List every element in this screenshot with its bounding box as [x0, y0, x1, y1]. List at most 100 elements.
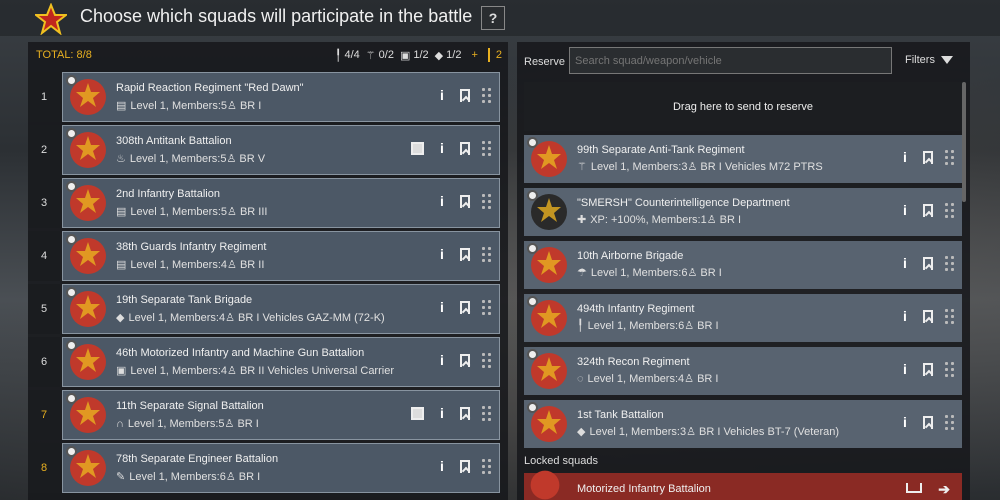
- book-icon[interactable]: [411, 141, 424, 155]
- info-icon[interactable]: i: [436, 352, 448, 368]
- reserve-squad-card[interactable]: 494th Infantry Regiment ╿ Level 1, Members…: [524, 294, 962, 342]
- level-badge-icon: [66, 181, 77, 192]
- squad-slot-number: 1: [28, 72, 60, 122]
- reserve-squad-card[interactable]: 10th Airborne Brigade ☂ Level 1, Members:6…: [524, 241, 962, 289]
- reserve-squad-card[interactable]: "SMERSH" Counterintelligence Department ✚…: [524, 188, 962, 236]
- info-icon[interactable]: i: [436, 193, 448, 209]
- reserve-squad-card[interactable]: 324th Recon Regiment ◌ Level 1, Members:4♙…: [524, 347, 962, 395]
- squad-br: BR I: [700, 267, 722, 279]
- bookmark-icon[interactable]: [923, 203, 933, 217]
- bookmark-icon[interactable]: [923, 415, 933, 429]
- info-icon[interactable]: i: [899, 255, 911, 271]
- squad-card[interactable]: 308th Antitank Battalion ♨ Level 1, Member…: [62, 125, 500, 175]
- book-icon[interactable]: [411, 406, 424, 420]
- person-icon: ♙: [684, 373, 698, 385]
- bookmark-icon[interactable]: [923, 362, 933, 376]
- funnel-icon: [940, 56, 953, 64]
- person-icon: ♙: [226, 153, 240, 165]
- squad-br: BR I Vehicles M72 PTRS: [700, 161, 823, 173]
- squad-level-members: Level 1, Members:6: [590, 267, 688, 279]
- info-icon[interactable]: i: [436, 140, 448, 156]
- info-icon[interactable]: i: [899, 149, 911, 165]
- drag-handle-icon[interactable]: [945, 255, 954, 271]
- squad-counter: ▣ 1/2: [400, 49, 429, 62]
- drag-handle-icon[interactable]: [482, 299, 491, 315]
- bookmark-icon[interactable]: [460, 194, 470, 208]
- bookmark-icon[interactable]: [460, 88, 470, 102]
- drag-handle-icon[interactable]: [482, 352, 491, 368]
- drag-handle-icon[interactable]: [945, 202, 954, 218]
- squad-br: BR I: [697, 373, 719, 385]
- squad-br: BR I: [237, 418, 259, 430]
- squad-card[interactable]: 2nd Infantry Battalion ▤ Level 1, Members:…: [62, 178, 500, 228]
- info-icon[interactable]: i: [436, 299, 448, 315]
- squad-br: BR I: [239, 100, 262, 112]
- info-icon[interactable]: i: [436, 87, 448, 103]
- info-icon[interactable]: i: [899, 414, 911, 430]
- drag-handle-icon[interactable]: [945, 414, 954, 430]
- filters-button[interactable]: Filters: [905, 54, 953, 66]
- squad-actions: i: [436, 193, 491, 209]
- bookmark-icon[interactable]: [460, 459, 470, 473]
- drag-handle-icon[interactable]: [945, 361, 954, 377]
- squad-name: 99th Separate Anti-Tank Regiment: [577, 144, 745, 156]
- bookmark-icon[interactable]: [923, 150, 933, 164]
- bookmark-icon[interactable]: [460, 300, 470, 314]
- drag-handle-icon[interactable]: [482, 87, 491, 103]
- info-icon[interactable]: i: [436, 246, 448, 262]
- squad-emblem-icon: [530, 470, 560, 500]
- squad-card[interactable]: 19th Separate Tank Brigade ◆ Level 1, Memb…: [62, 284, 500, 334]
- squad-row: 4 38th Guards Infantry Regiment ▤ Level 1, …: [28, 231, 508, 284]
- bookmark-icon[interactable]: [460, 247, 470, 261]
- help-button[interactable]: ?: [481, 6, 505, 30]
- squad-level-members: Level 1, Members:3: [589, 426, 687, 438]
- drag-handle-icon[interactable]: [945, 308, 954, 324]
- info-icon[interactable]: i: [899, 202, 911, 218]
- reserve-squad-card[interactable]: 1st Tank Battalion ◆ Level 1, Members:3♙ B…: [524, 400, 962, 448]
- squad-meta: ▤ Level 1, Members:4♙ BR II: [116, 258, 264, 271]
- squad-card[interactable]: 38th Guards Infantry Regiment ▤ Level 1, M…: [62, 231, 500, 281]
- squad-summary-bar: TOTAL: 8/8 ╿ 4/4 ⚚ 0/2 ▣ 1/2 ◆ 1/2 +2: [28, 42, 508, 70]
- bookmark-icon[interactable]: [923, 256, 933, 270]
- drag-handle-icon[interactable]: [482, 140, 491, 156]
- squad-card[interactable]: Rapid Reaction Regiment "Red Dawn" ▤ Level…: [62, 72, 500, 122]
- add-squad-slot-icon[interactable]: +: [471, 49, 477, 61]
- reserve-squad-card[interactable]: 99th Separate Anti-Tank Regiment ⚚ Level 1…: [524, 135, 962, 183]
- level-badge-icon: [527, 296, 538, 307]
- squad-row: 7 11th Separate Signal Battalion ∩ Level 1,…: [28, 390, 508, 443]
- info-icon[interactable]: i: [436, 458, 448, 474]
- drag-handle-icon[interactable]: [482, 458, 491, 474]
- info-icon[interactable]: i: [899, 308, 911, 324]
- squad-slot-number: 8: [28, 443, 60, 493]
- squad-slot-number: 3: [28, 178, 60, 228]
- squad-meta: ☂ Level 1, Members:6♙ BR I: [577, 266, 722, 279]
- reserve-squad-list: 99th Separate Anti-Tank Regiment ⚚ Level 1…: [524, 135, 962, 453]
- squad-card[interactable]: 46th Motorized Infantry and Machine Gun …: [62, 337, 500, 387]
- parachute-icon: ⚚: [365, 49, 376, 62]
- info-icon[interactable]: i: [436, 405, 448, 421]
- locked-squad-card[interactable]: Motorized Infantry Battalion ➔: [524, 470, 962, 500]
- squad-meta: ✎ Level 1, Members:6♙ BR I: [116, 470, 260, 483]
- squad-card[interactable]: 11th Separate Signal Battalion ∩ Level 1, …: [62, 390, 500, 440]
- level-badge-icon: [66, 446, 77, 457]
- squad-counter-value: 1/2: [413, 49, 429, 61]
- person-icon: ♙: [684, 320, 698, 332]
- star-icon: [35, 3, 67, 35]
- squad-card[interactable]: 78th Separate Engineer Battalion ✎ Level 1…: [62, 443, 500, 493]
- basket-icon[interactable]: [906, 483, 922, 493]
- bookmark-icon[interactable]: [460, 141, 470, 155]
- drag-handle-icon[interactable]: [482, 246, 491, 262]
- info-icon[interactable]: i: [899, 361, 911, 377]
- bookmark-icon[interactable]: [460, 353, 470, 367]
- arrow-right-icon[interactable]: ➔: [938, 481, 950, 498]
- drag-handle-icon[interactable]: [945, 149, 954, 165]
- bookmark-icon[interactable]: [923, 309, 933, 323]
- drag-handle-icon[interactable]: [482, 193, 491, 209]
- reserve-scrollbar[interactable]: [962, 82, 966, 202]
- reserve-row: 99th Separate Anti-Tank Regiment ⚚ Level 1…: [524, 135, 962, 188]
- drag-handle-icon[interactable]: [482, 405, 491, 421]
- reserve-dropzone[interactable]: Drag here to send to reserve: [524, 82, 962, 131]
- search-input[interactable]: [569, 47, 892, 74]
- bookmark-icon[interactable]: [460, 406, 470, 420]
- squad-name: "SMERSH" Counterintelligence Department: [577, 197, 790, 209]
